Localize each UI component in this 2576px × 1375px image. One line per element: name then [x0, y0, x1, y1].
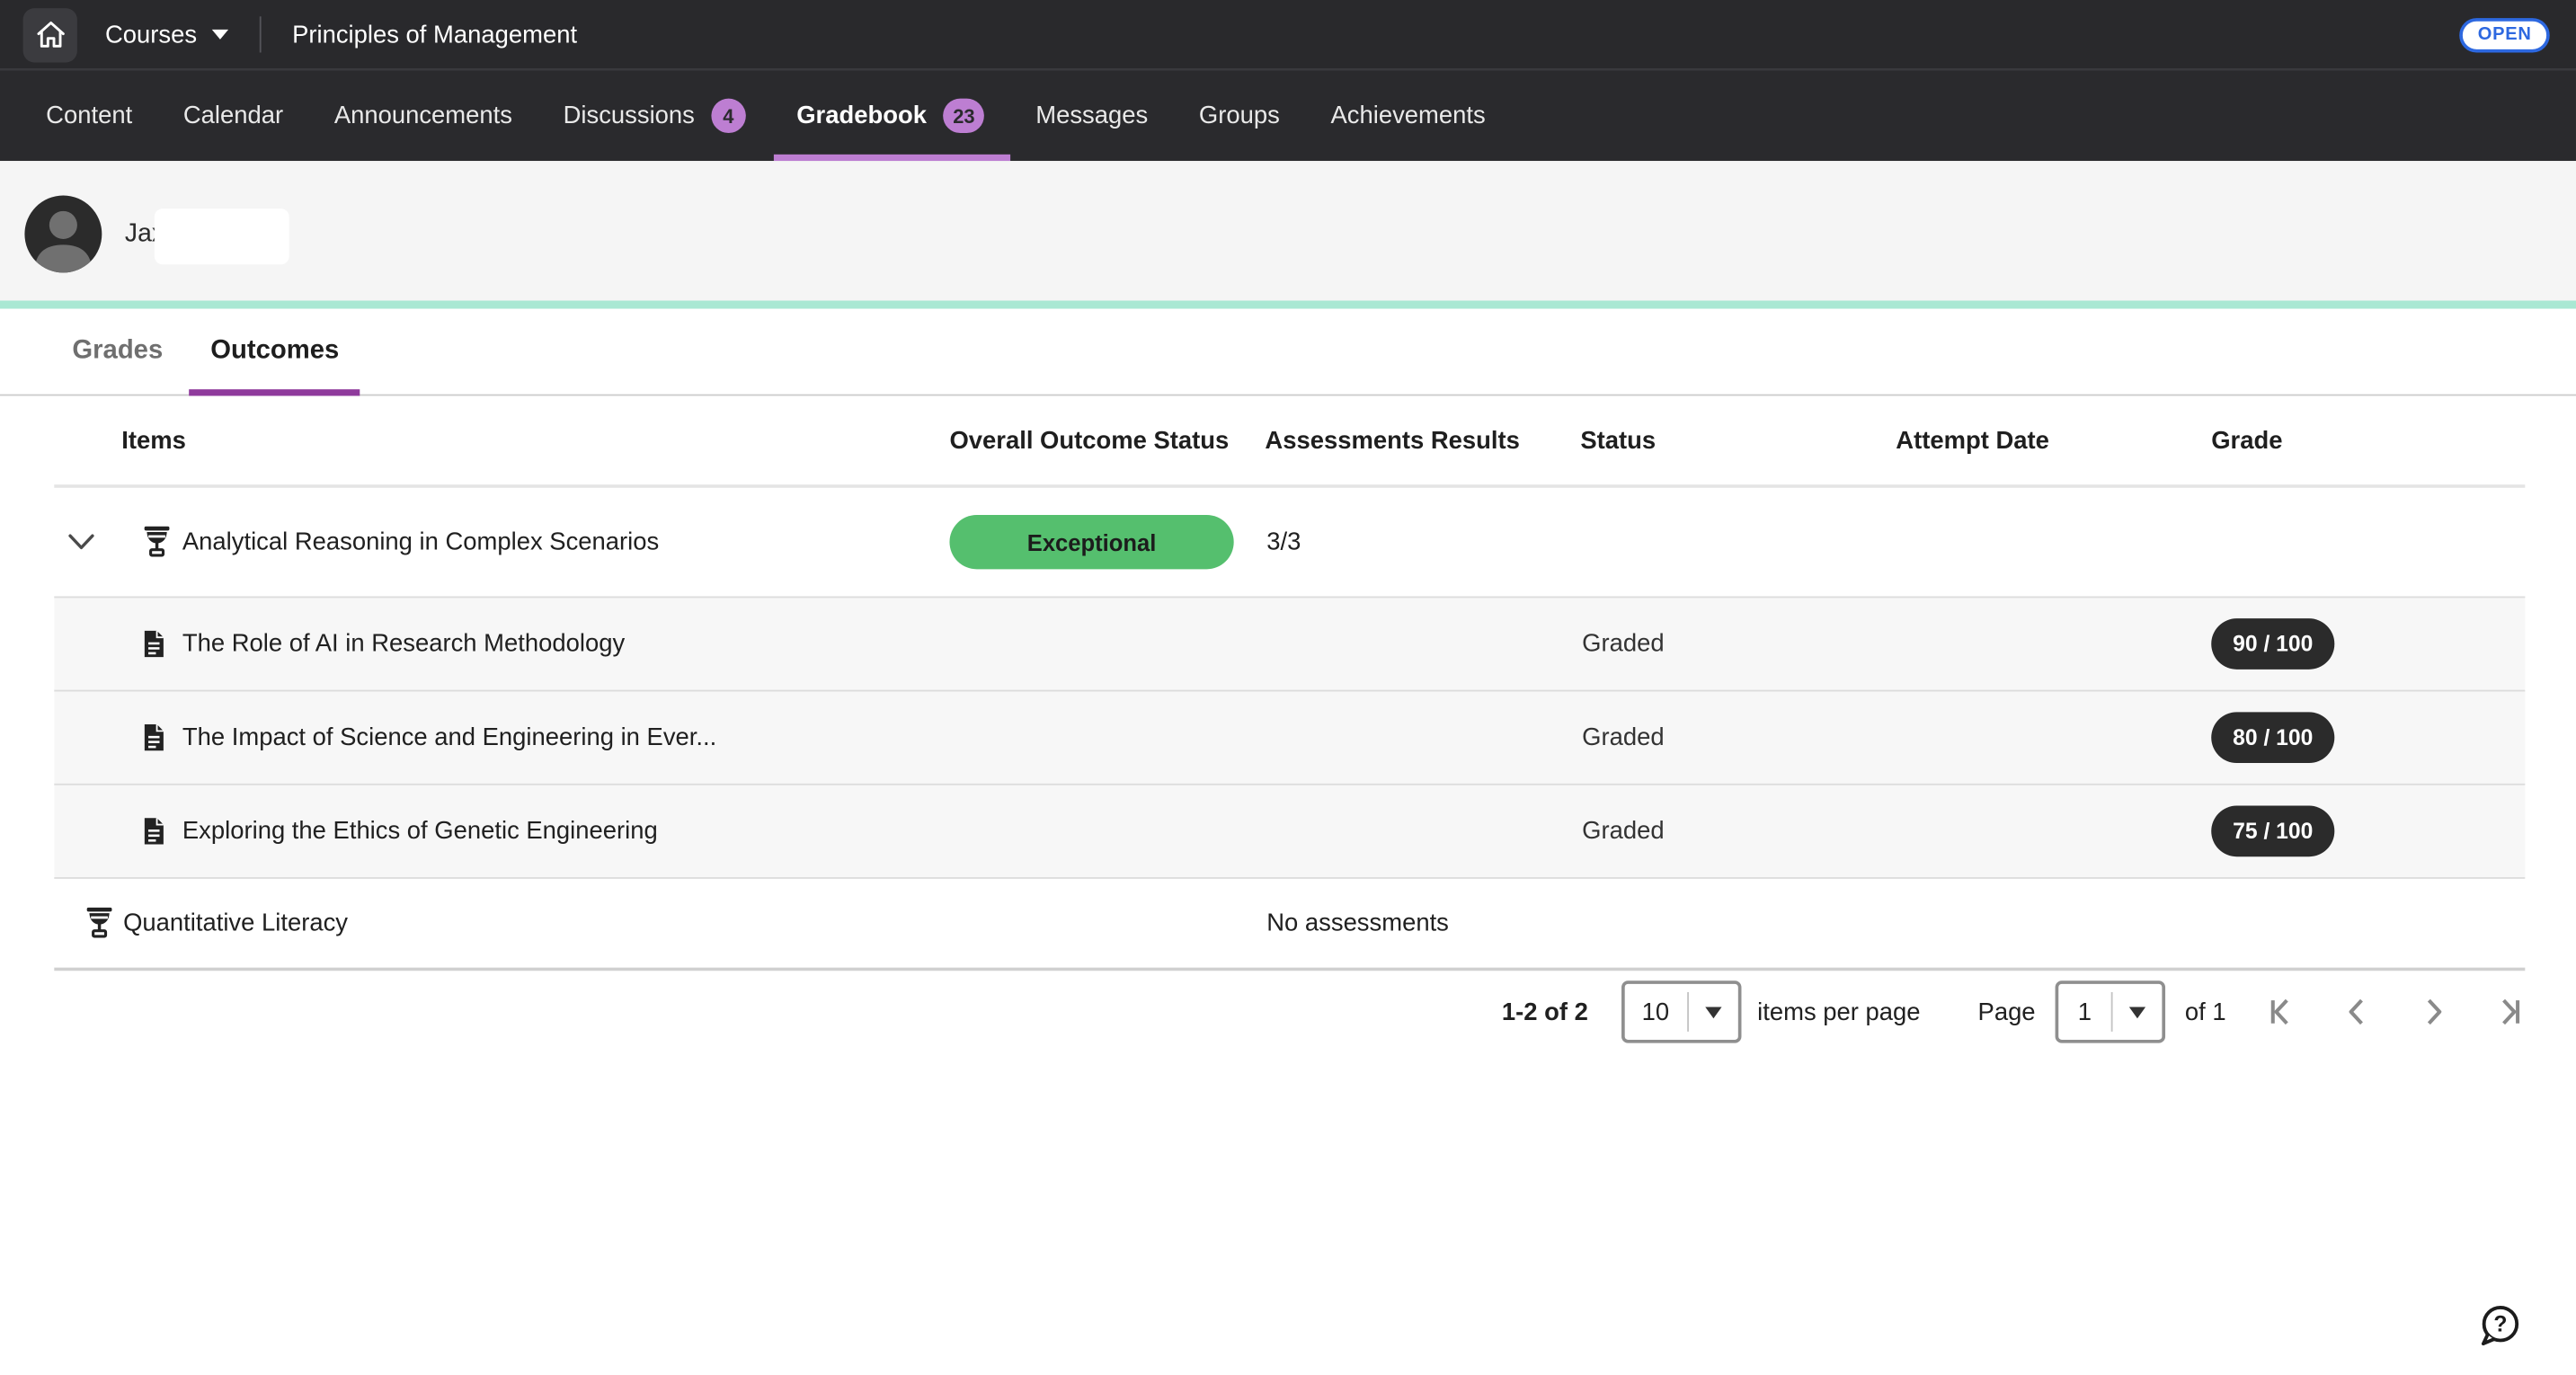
- col-status: Status: [1580, 397, 1656, 484]
- next-page-button[interactable]: [2417, 996, 2450, 1029]
- outcome-title: Quantitative Literacy: [123, 909, 348, 937]
- col-items: Items: [121, 397, 186, 484]
- svg-text:?: ?: [2493, 1313, 2507, 1337]
- nav-item-messages[interactable]: Messages: [1035, 71, 1148, 162]
- page-of-label: of 1: [2185, 998, 2226, 1025]
- funnel-goblet-icon: [84, 906, 115, 940]
- chevron-down-icon: [1705, 1007, 1721, 1018]
- assessment-row[interactable]: The Role of AI in Research Methodology G…: [54, 596, 2525, 689]
- discussions-count-badge: 4: [711, 99, 745, 133]
- grade-badge: 80 / 100: [2211, 712, 2334, 763]
- document-icon: [141, 629, 165, 659]
- outcome-row-quantitative[interactable]: Quantitative Literacy No assessments: [54, 877, 2525, 968]
- document-icon: [141, 723, 165, 752]
- page-number-value: 1: [2058, 998, 2110, 1025]
- assessment-row[interactable]: Exploring the Ethics of Genetic Engineer…: [54, 784, 2525, 877]
- chevron-down-icon: [2129, 1007, 2145, 1018]
- top-bar: Courses Principles of Management OPEN: [0, 0, 2576, 69]
- avatar: [24, 196, 102, 273]
- nav-item-discussions[interactable]: Discussions 4: [564, 71, 746, 162]
- courses-label: Courses: [105, 21, 197, 49]
- help-button[interactable]: ?: [2477, 1302, 2523, 1348]
- nav-item-gradebook[interactable]: Gradebook 23: [796, 71, 984, 162]
- assessment-status: Graded: [1582, 630, 1664, 658]
- pagination-arrows: [2266, 996, 2526, 1029]
- assessment-title[interactable]: The Impact of Science and Engineering in…: [182, 723, 716, 751]
- assessment-title[interactable]: Exploring the Ethics of Genetic Engineer…: [182, 817, 658, 845]
- nav-item-achievements[interactable]: Achievements: [1330, 71, 1485, 162]
- outcomes-table: Items Overall Outcome Status Assessments…: [54, 397, 2525, 971]
- nav-item-groups[interactable]: Groups: [1199, 71, 1280, 162]
- course-nav: Content Calendar Announcements Discussio…: [0, 69, 2576, 161]
- chevron-down-icon: [212, 30, 228, 40]
- assessment-row[interactable]: The Impact of Science and Engineering in…: [54, 690, 2525, 784]
- chevron-down-icon: [67, 532, 94, 552]
- home-button[interactable]: [23, 7, 77, 61]
- collapse-row-button[interactable]: [64, 529, 97, 555]
- nav-item-content[interactable]: Content: [46, 71, 132, 162]
- assessments-count: No assessments: [1266, 909, 1449, 937]
- col-grade: Grade: [2211, 397, 2282, 484]
- outcome-title: Analytical Reasoning in Complex Scenario…: [182, 528, 659, 556]
- page-number-select[interactable]: 1: [2056, 980, 2165, 1042]
- previous-page-button[interactable]: [2341, 996, 2375, 1029]
- assessment-status: Graded: [1582, 817, 1664, 845]
- document-icon: [141, 816, 165, 846]
- last-page-button[interactable]: [2492, 996, 2526, 1029]
- topbar-divider: [260, 16, 262, 52]
- grade-badge: 90 / 100: [2211, 618, 2334, 670]
- outcome-row-analytical[interactable]: Analytical Reasoning in Complex Scenario…: [54, 488, 2525, 597]
- assessment-title[interactable]: The Role of AI in Research Methodology: [182, 630, 625, 658]
- page: Courses Principles of Management OPEN Co…: [0, 0, 2576, 1375]
- nav-item-announcements[interactable]: Announcements: [334, 71, 512, 162]
- col-assess-results: Assessments Results: [1265, 397, 1519, 484]
- open-status-badge: OPEN: [2460, 17, 2550, 51]
- table-header-row: Items Overall Outcome Status Assessments…: [54, 397, 2525, 488]
- nav-item-calendar[interactable]: Calendar: [183, 71, 283, 162]
- courses-dropdown[interactable]: Courses: [105, 21, 228, 49]
- tab-grades[interactable]: Grades: [51, 309, 184, 395]
- gradebook-count-badge: 23: [943, 99, 984, 133]
- tab-outcomes[interactable]: Outcomes: [189, 309, 360, 395]
- gradebook-tabs: Grades Outcomes: [0, 309, 2576, 396]
- pagination-range: 1-2 of 2: [1502, 998, 1588, 1025]
- pagination-bar: 1-2 of 2 10 items per page Page 1 of 1: [54, 961, 2525, 1062]
- student-header: Jax: [0, 161, 2576, 300]
- outcome-status-badge: Exceptional: [949, 515, 1233, 569]
- assessment-status: Graded: [1582, 723, 1664, 751]
- teal-accent-bar: [0, 300, 2576, 308]
- col-attempt-date: Attempt Date: [1896, 397, 2049, 484]
- funnel-goblet-icon: [141, 525, 173, 559]
- course-title: Principles of Management: [292, 21, 577, 49]
- grade-badge: 75 / 100: [2211, 806, 2334, 857]
- items-per-page-value: 10: [1624, 998, 1686, 1025]
- page-label: Page: [1978, 998, 2036, 1025]
- col-overall-status: Overall Outcome Status: [949, 397, 1229, 484]
- first-page-button[interactable]: [2266, 996, 2299, 1029]
- redacted-name-box: [155, 208, 289, 264]
- items-per-page-label: items per page: [1757, 998, 1920, 1025]
- help-icon: ?: [2477, 1302, 2523, 1348]
- assessments-count: 3/3: [1266, 528, 1301, 556]
- home-icon: [33, 18, 67, 51]
- items-per-page-select[interactable]: 10: [1621, 980, 1740, 1042]
